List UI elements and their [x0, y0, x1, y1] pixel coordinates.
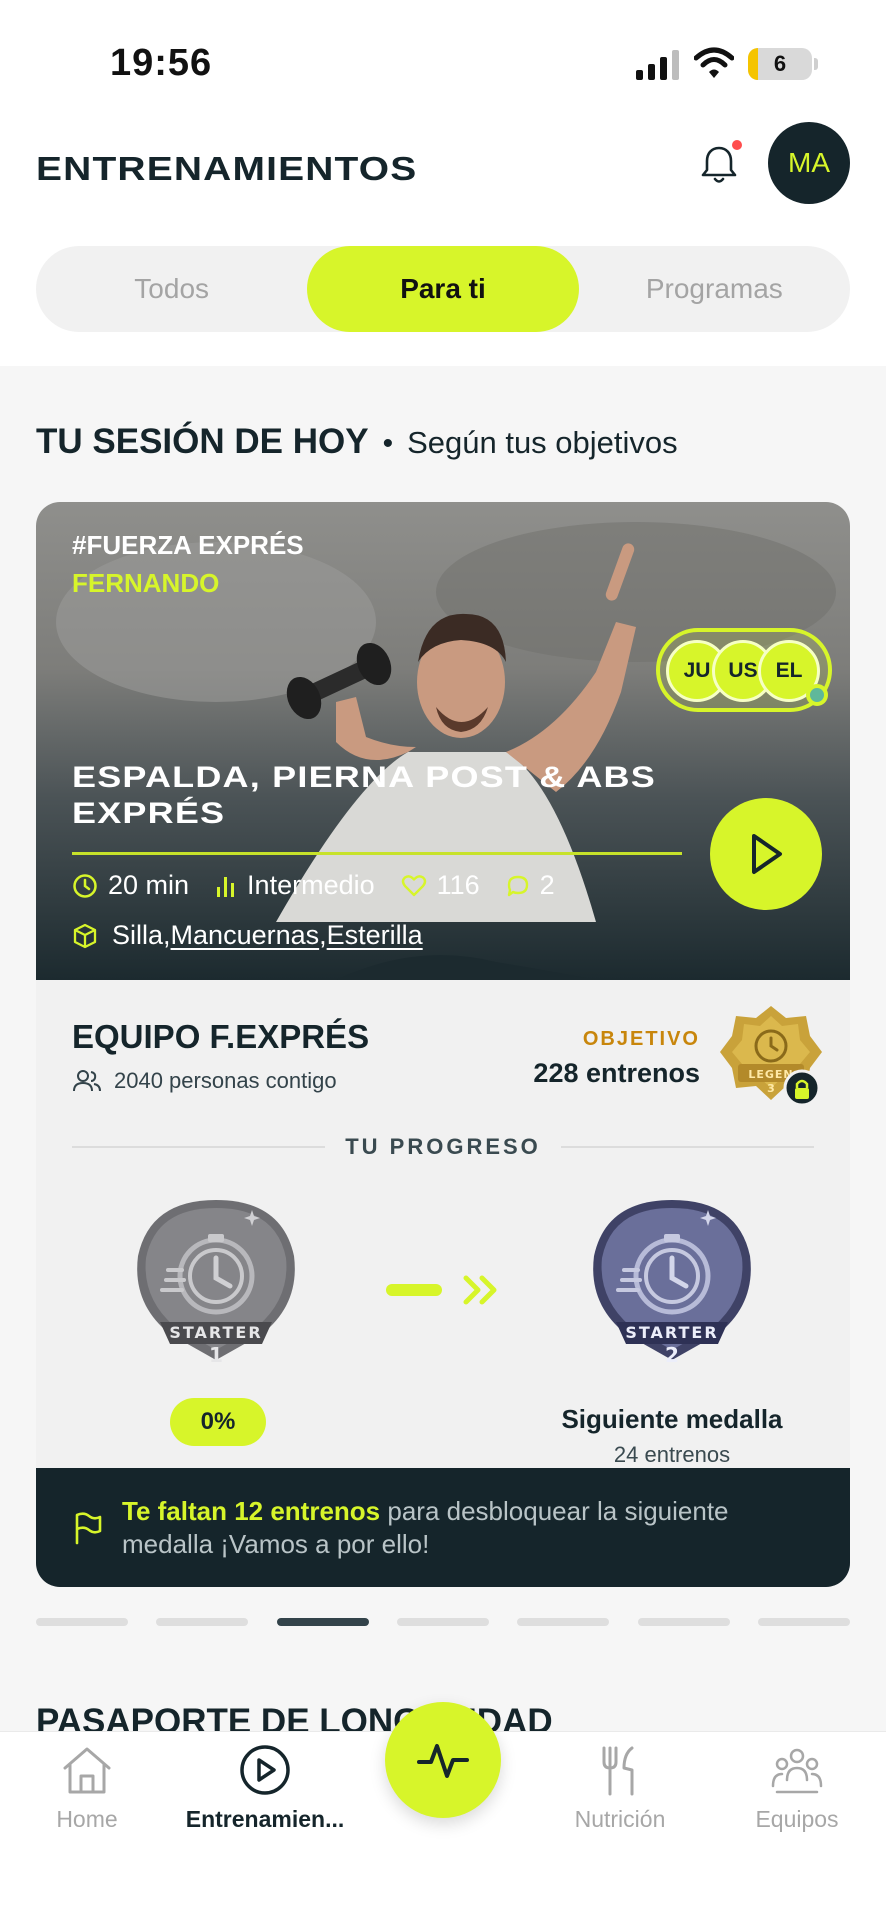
- equipment-separator: ,: [319, 920, 327, 950]
- battery-tip: [814, 58, 818, 70]
- current-medal-icon[interactable]: STARTER 1: [132, 1194, 300, 1374]
- progress-heading-label: TU PROGRESO: [345, 1134, 541, 1159]
- box-icon: [73, 923, 97, 948]
- nav-entrenamientos-label: Entrenamien...: [185, 1806, 345, 1832]
- equipment-dumbbells-link[interactable]: Mancuernas: [171, 920, 320, 951]
- workout-meta: 20 min Intermedio 116 2: [72, 870, 581, 901]
- session-card[interactable]: #FUERZA EXPRÉS FERNANDO JU US EL ESPALDA…: [36, 502, 850, 1587]
- section-separator: •: [382, 427, 394, 460]
- play-icon: [752, 834, 782, 874]
- objective-label: OBJETIVO: [582, 1028, 700, 1050]
- section-title: TU SESIÓN DE HOY: [36, 422, 369, 461]
- coach-name[interactable]: FERNANDO: [72, 568, 219, 599]
- tab-programas[interactable]: Programas: [579, 246, 850, 332]
- status-bar: 19:56 6: [0, 0, 886, 110]
- legend-medal-icon[interactable]: LEGEN 3: [716, 1002, 826, 1112]
- nav-nutricion-label: Nutrición: [574, 1806, 666, 1832]
- next-medal-requirement: 24 entrenos: [613, 1442, 731, 1467]
- current-medal-level: 1: [209, 1343, 223, 1367]
- fork-knife-icon: [602, 1746, 634, 1796]
- next-medal-title: Siguiente medalla: [561, 1404, 783, 1434]
- banner-text: Te faltan 12 entrenos para desbloquear l…: [122, 1495, 822, 1561]
- people-icon: [73, 1070, 101, 1092]
- objective-value: 228 entrenos: [533, 1058, 700, 1088]
- avatar[interactable]: MA: [768, 122, 850, 204]
- progress-heading: TU PROGRESO: [72, 1132, 815, 1162]
- home-icon: [63, 1747, 111, 1794]
- segmented-tabs: Todos Para ti Programas: [36, 246, 850, 332]
- level-bars-icon: [217, 876, 235, 897]
- pager-dot-active[interactable]: [276, 1618, 369, 1626]
- nav-entrenamientos[interactable]: Entrenamien...: [180, 1744, 350, 1833]
- comments[interactable]: 2: [506, 870, 555, 901]
- nav-equipos[interactable]: Equipos: [712, 1744, 882, 1833]
- workout-tag: #FUERZA EXPRÉS: [72, 530, 304, 560]
- play-circle-icon: [240, 1745, 290, 1795]
- equipment-list: Silla, Mancuernas, Esterilla: [72, 920, 423, 951]
- team-name: EQUIPO F.EXPRÉS: [72, 1018, 370, 1055]
- comment-icon: [507, 875, 528, 896]
- team-members: 2040 personas contigo: [72, 1068, 337, 1094]
- pager-dot[interactable]: [396, 1618, 489, 1626]
- level-value: Intermedio: [247, 870, 375, 900]
- equipment-chair: Silla: [112, 920, 164, 950]
- participants-group[interactable]: JU US EL: [656, 628, 832, 712]
- tab-todos[interactable]: Todos: [36, 246, 307, 332]
- likes-count: 116: [436, 870, 480, 900]
- flag-icon: [75, 1511, 102, 1544]
- nav-home-label: Home: [56, 1806, 118, 1832]
- team-members-count: 2040 personas contigo: [114, 1068, 337, 1093]
- title-divider: [72, 852, 682, 855]
- battery-level: 6: [773, 51, 787, 76]
- status-time: 19:56: [110, 42, 213, 84]
- online-indicator: [806, 684, 828, 706]
- header: ENTRENAMIENTOS MA: [0, 110, 886, 230]
- notification-dot: [732, 140, 742, 150]
- duration: 20 min: [72, 870, 189, 901]
- activity-fab[interactable]: [385, 1702, 501, 1818]
- next-medal-icon[interactable]: STARTER 2: [588, 1194, 756, 1374]
- progress-percent-badge: 0%: [170, 1398, 266, 1446]
- tab-para-ti[interactable]: Para ti: [307, 246, 579, 332]
- page-title: ENTRENAMIENTOS: [36, 150, 418, 187]
- duration-value: 20 min: [108, 870, 190, 900]
- likes[interactable]: 116: [401, 870, 480, 901]
- pager-dot[interactable]: [757, 1618, 850, 1626]
- equipment-separator: ,: [163, 920, 171, 950]
- legend-badge-level: 3: [767, 1082, 775, 1095]
- pager-dot[interactable]: [156, 1618, 249, 1626]
- session-section-header: TU SESIÓN DE HOY • Según tus objetivos: [36, 422, 678, 462]
- progress-arrow-icon: [386, 1275, 497, 1305]
- next-medal-level: 2: [665, 1343, 679, 1367]
- carousel-pager: [36, 1618, 850, 1626]
- section-subtitle: Según tus objetivos: [407, 425, 678, 460]
- clock-icon: [73, 873, 97, 898]
- pager-dot[interactable]: [517, 1618, 610, 1626]
- team-icon: [771, 1748, 823, 1794]
- heart-icon: [401, 874, 426, 896]
- equipment-mat-link[interactable]: Esterilla: [327, 920, 423, 951]
- current-medal-name: STARTER: [169, 1323, 262, 1342]
- next-medal-name: STARTER: [625, 1323, 718, 1342]
- comments-count: 2: [539, 870, 555, 900]
- pulse-icon: [417, 1744, 469, 1778]
- signal-icon: [636, 50, 679, 80]
- play-button[interactable]: [710, 798, 822, 910]
- nav-home[interactable]: Home: [2, 1744, 172, 1833]
- battery-icon: 6: [748, 48, 812, 80]
- pager-dot[interactable]: [36, 1618, 128, 1626]
- wifi-icon: [694, 47, 734, 78]
- banner-highlight: Te faltan 12 entrenos: [122, 1495, 381, 1526]
- level: Intermedio: [215, 870, 375, 901]
- workout-title: ESPALDA, PIERNA POST & ABS EXPRÉS: [72, 761, 656, 830]
- motivation-banner: Te faltan 12 entrenos para desbloquear l…: [36, 1468, 850, 1587]
- workout-hero[interactable]: #FUERZA EXPRÉS FERNANDO JU US EL ESPALDA…: [36, 502, 850, 980]
- nav-nutricion[interactable]: Nutrición: [535, 1744, 705, 1833]
- nav-equipos-label: Equipos: [755, 1806, 839, 1832]
- pager-dot[interactable]: [637, 1618, 730, 1626]
